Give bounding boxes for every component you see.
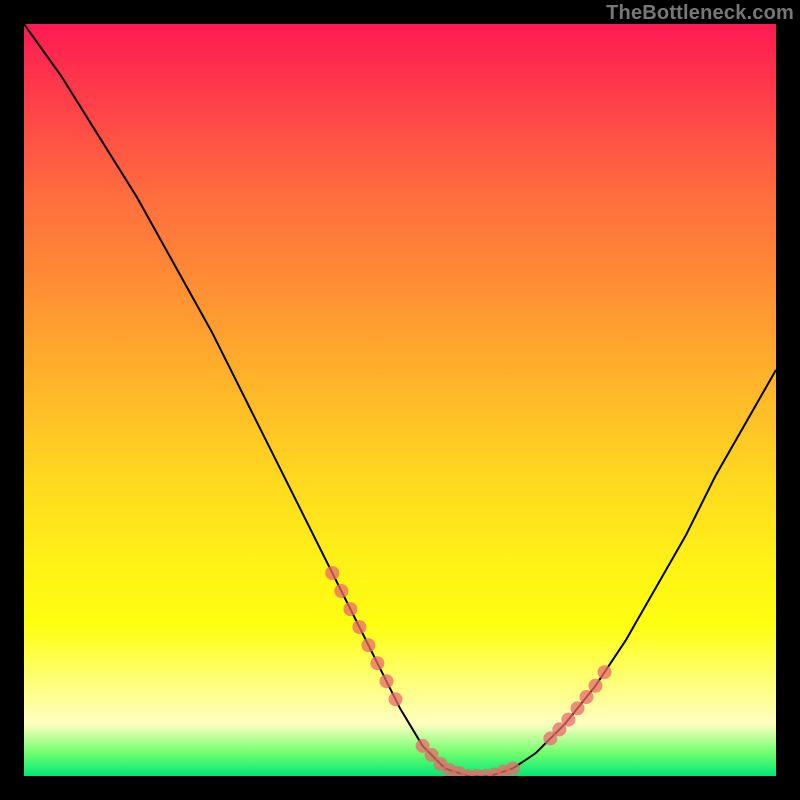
highlight-dot — [506, 762, 520, 776]
highlight-dot — [343, 602, 357, 616]
plot-area — [24, 24, 776, 776]
highlight-dots — [325, 566, 611, 776]
highlight-dot — [598, 665, 612, 679]
highlight-dot — [561, 713, 575, 727]
highlight-dot — [580, 690, 594, 704]
bottleneck-curve-path — [24, 24, 776, 776]
highlight-dot — [334, 584, 348, 598]
highlight-dot — [571, 701, 585, 715]
highlight-dot — [589, 679, 603, 693]
highlight-dot — [389, 692, 403, 706]
highlight-dot — [370, 656, 384, 670]
highlight-dot — [325, 566, 339, 580]
highlight-dot — [361, 638, 375, 652]
watermark-label: TheBottleneck.com — [606, 2, 794, 25]
highlight-dot — [352, 620, 366, 634]
highlight-dot — [380, 674, 394, 688]
chart-frame: TheBottleneck.com — [0, 0, 800, 800]
curve-svg — [24, 24, 776, 776]
